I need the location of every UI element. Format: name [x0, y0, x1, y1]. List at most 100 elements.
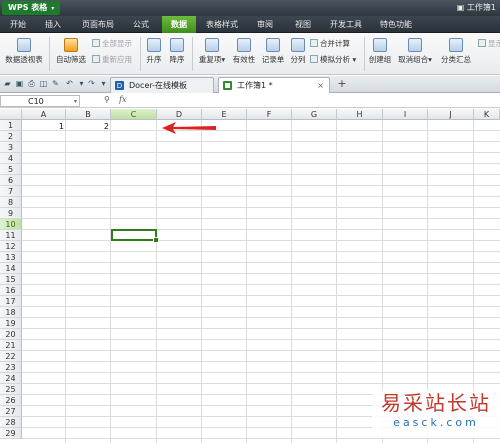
formula-input[interactable] — [134, 95, 500, 107]
column-header[interactable]: B — [66, 109, 111, 120]
row-header[interactable]: 17 — [0, 296, 22, 307]
row-header[interactable]: 13 — [0, 252, 22, 263]
row-header[interactable]: 4 — [0, 153, 22, 164]
cell-b1[interactable]: 2 — [66, 121, 109, 132]
consolidate-button[interactable]: 合并计算 — [310, 38, 350, 50]
chevron-down-icon[interactable]: ▾ — [74, 96, 77, 107]
subtotal-button[interactable]: 分类汇总 — [438, 36, 474, 72]
undo-icon[interactable]: ↶ — [65, 79, 74, 88]
grid-line-vertical — [156, 120, 157, 443]
row-header[interactable]: 28 — [0, 417, 22, 428]
column-header[interactable]: I — [383, 109, 428, 120]
menu-review[interactable]: 审阅 — [250, 16, 280, 33]
menu-formulas[interactable]: 公式 — [126, 16, 156, 33]
column-header[interactable]: E — [202, 109, 247, 120]
row-header[interactable]: 16 — [0, 285, 22, 296]
menu-home[interactable]: 开始 — [4, 16, 32, 33]
menu-developer[interactable]: 开发工具 — [326, 16, 366, 33]
ribbon-divider — [364, 37, 365, 71]
column-header[interactable]: G — [292, 109, 337, 120]
open-folder-icon[interactable]: ▰ — [3, 79, 12, 88]
duplicates-icon — [205, 38, 219, 52]
cell-a1[interactable]: 1 — [22, 121, 64, 132]
row-header[interactable]: 29 — [0, 428, 22, 439]
pivot-table-button[interactable]: 数据透视表 — [2, 36, 46, 72]
print-icon[interactable]: ⎙ — [27, 79, 36, 88]
row-header[interactable]: 21 — [0, 340, 22, 351]
row-header-selected[interactable]: 10 — [0, 219, 22, 230]
row-header[interactable]: 8 — [0, 197, 22, 208]
menu-page-layout[interactable]: 页面布局 — [78, 16, 118, 33]
redo-icon[interactable]: ↷ — [87, 79, 96, 88]
show-all-button[interactable]: 全部显示 — [92, 38, 132, 50]
duplicates-button[interactable]: 重复项▾ — [195, 36, 229, 72]
column-header-selected[interactable]: C — [111, 109, 157, 120]
new-tab-button[interactable]: + — [336, 78, 348, 89]
sort-ascending-button[interactable]: 升序 — [143, 36, 165, 72]
row-header[interactable]: 20 — [0, 329, 22, 340]
menu-insert[interactable]: 插入 — [38, 16, 68, 33]
menu-data[interactable]: 数据 — [162, 16, 196, 33]
row-header[interactable]: 12 — [0, 241, 22, 252]
row-header[interactable]: 14 — [0, 263, 22, 274]
magnifier-icon[interactable]: ⚲ — [104, 95, 110, 104]
row-header[interactable]: 18 — [0, 307, 22, 318]
name-box-value: C10 — [28, 97, 44, 106]
row-header[interactable]: 25 — [0, 384, 22, 395]
whatif-button[interactable]: 模拟分析 ▾ — [310, 54, 356, 66]
ribbon-divider — [192, 37, 193, 71]
menu-table-style[interactable]: 表格样式 — [202, 16, 242, 33]
row-header[interactable]: 22 — [0, 351, 22, 362]
row-header[interactable]: 6 — [0, 175, 22, 186]
row-header[interactable]: 24 — [0, 373, 22, 384]
grid-line-horizontal — [22, 251, 500, 252]
save-icon[interactable]: ▣ — [15, 79, 24, 88]
redo-dropdown-icon[interactable]: ▾ — [99, 79, 108, 88]
app-menu-button[interactable]: WPS 表格 ▾ — [2, 1, 61, 15]
row-header[interactable]: 19 — [0, 318, 22, 329]
validation-button[interactable]: 有效性 — [230, 36, 258, 72]
column-header[interactable]: H — [337, 109, 383, 120]
sort-descending-button[interactable]: 降序 — [166, 36, 188, 72]
format-painter-icon[interactable]: ✎ — [51, 79, 60, 88]
name-box[interactable]: C10 ▾ — [0, 95, 80, 107]
show-detail-button[interactable]: 显示 — [478, 38, 500, 50]
column-header[interactable]: D — [157, 109, 202, 120]
sort-descending-icon — [170, 38, 184, 52]
undo-dropdown-icon[interactable]: ▾ — [77, 79, 86, 88]
ungroup-button[interactable]: 取消组合▾ — [396, 36, 434, 72]
autofilter-button[interactable]: 自动筛选 — [52, 36, 90, 72]
row-header[interactable]: 27 — [0, 406, 22, 417]
select-all-corner[interactable] — [0, 109, 22, 120]
close-tab-icon[interactable]: × — [317, 78, 324, 93]
reapply-button[interactable]: 重新应用 — [92, 54, 132, 66]
row-header[interactable]: 2 — [0, 131, 22, 142]
fx-icon[interactable]: fx — [119, 95, 126, 104]
row-header[interactable]: 15 — [0, 274, 22, 285]
form-button[interactable]: 记录单 — [259, 36, 287, 72]
row-header[interactable]: 3 — [0, 142, 22, 153]
spreadsheet-grid[interactable]: A B C D E F G H I J K 1 2 3 4 5 6 7 8 9 10 11 12 13 1… — [0, 109, 500, 443]
grid-line-horizontal — [22, 273, 500, 274]
split-button[interactable]: 分列 — [288, 36, 308, 72]
row-header[interactable]: 23 — [0, 362, 22, 373]
print-preview-icon[interactable]: ◫ — [39, 79, 48, 88]
tab-workbook1[interactable]: 工作簿1 * × — [218, 77, 330, 93]
menu-special[interactable]: 特色功能 — [374, 16, 418, 33]
column-header[interactable]: F — [247, 109, 292, 120]
row-header[interactable]: 1 — [0, 120, 22, 131]
row-header[interactable]: 11 — [0, 230, 22, 241]
column-header[interactable]: A — [22, 109, 66, 120]
column-header[interactable]: J — [428, 109, 474, 120]
column-header[interactable]: K — [474, 109, 500, 120]
menu-view[interactable]: 视图 — [288, 16, 318, 33]
row-header[interactable]: 5 — [0, 164, 22, 175]
watermark-cn: 易采站长站 — [381, 391, 491, 415]
group-button[interactable]: 创建组 — [366, 36, 394, 72]
row-header[interactable]: 7 — [0, 186, 22, 197]
row-header[interactable]: 9 — [0, 208, 22, 219]
row-header[interactable]: 26 — [0, 395, 22, 406]
active-cell-c10[interactable] — [111, 229, 159, 243]
tab-docer[interactable]: D Docer-在线模板 — [110, 77, 214, 93]
consolidate-icon — [310, 39, 318, 47]
